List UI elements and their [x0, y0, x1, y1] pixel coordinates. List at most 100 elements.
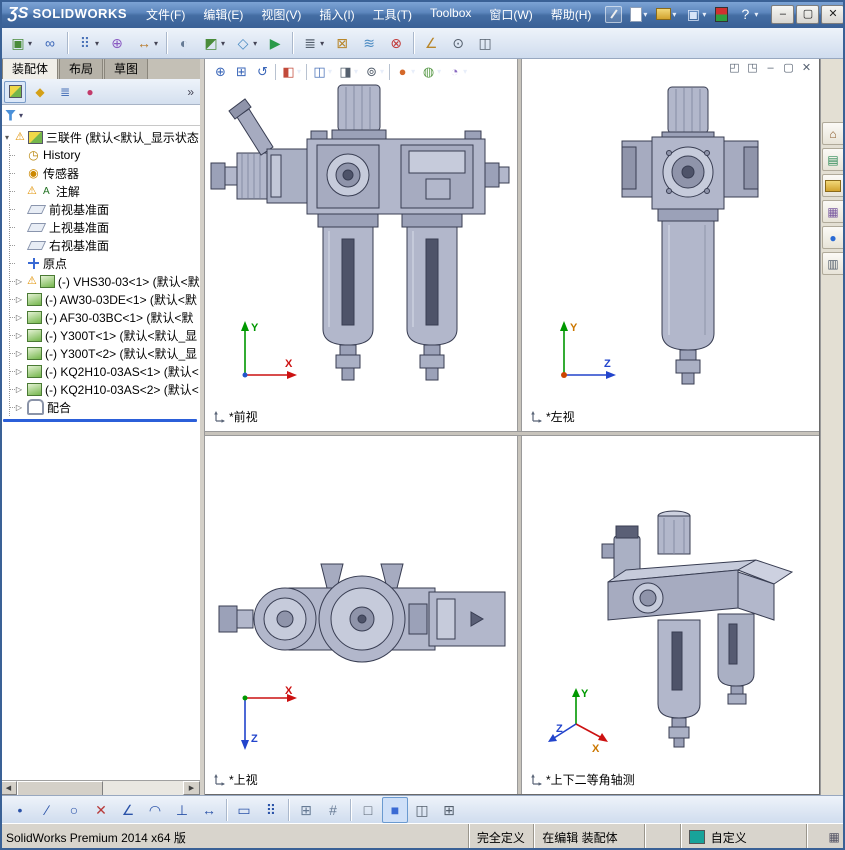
- tab-assembly[interactable]: 装配体: [2, 57, 59, 79]
- apply-scene-button[interactable]: ◍ ▾: [418, 61, 444, 82]
- reference-geometry-button[interactable]: ◇ ▾: [230, 30, 261, 56]
- tab-layout[interactable]: 布局: [59, 57, 104, 79]
- menu-edit[interactable]: 编辑(E): [194, 2, 252, 27]
- expand-arrow-icon[interactable]: ▷: [14, 313, 24, 322]
- tree-item-component-vhs30-03-1[interactable]: ▷ ⚠ (-) VHS30-03<1> (默认<默: [0, 272, 200, 290]
- snap-to-points-button[interactable]: #: [320, 797, 346, 823]
- tree-item-component-kq2h10-03as-2[interactable]: ▷ (-) KQ2H10-03AS<2> (默认<: [0, 380, 200, 398]
- minimize-button[interactable]: –: [771, 4, 795, 24]
- viewport-left[interactable]: Y Z *左视: [522, 59, 819, 431]
- smart-fasteners-button[interactable]: ⊕: [104, 30, 130, 56]
- menu-insert[interactable]: 插入(I): [310, 2, 363, 27]
- tree-item-origin[interactable]: 原点: [0, 254, 200, 272]
- viewport-four-button[interactable]: ⊞: [436, 797, 462, 823]
- trim-entities-button[interactable]: ✕: [88, 797, 114, 823]
- assembly-features-button[interactable]: ◩ ▾: [198, 30, 229, 56]
- featuremanager-tree-tab[interactable]: [4, 80, 26, 103]
- scrollbar-track[interactable]: [17, 781, 183, 797]
- open-document-button[interactable]: ▾: [653, 6, 679, 22]
- explode-line-sketch-button[interactable]: ≋: [356, 30, 382, 56]
- menu-pin-icon[interactable]: [605, 5, 623, 23]
- show-hidden-components-button[interactable]: ◐: [171, 30, 197, 56]
- expand-arrow-icon[interactable]: ▷: [14, 295, 24, 304]
- mass-properties-button[interactable]: ⊙: [445, 30, 471, 56]
- quick-tips-icon[interactable]: [823, 830, 845, 844]
- new-motion-study-button[interactable]: ▶: [262, 30, 288, 56]
- view-orientation-button[interactable]: ◫ ▾: [309, 61, 335, 82]
- exploded-view-button[interactable]: ⊠: [329, 30, 355, 56]
- tree-filter-bar[interactable]: ▾: [0, 105, 200, 126]
- menu-help[interactable]: 帮助(H): [542, 2, 601, 27]
- displaymanager-tab[interactable]: ●: [79, 81, 101, 103]
- previous-view-button[interactable]: ↺: [252, 61, 273, 82]
- insert-component-button[interactable]: ▣ ▾: [5, 30, 36, 56]
- tree-horizontal-scrollbar[interactable]: ◀ ▶: [0, 780, 200, 797]
- viewport-dimetric[interactable]: Y X Z *上下二等角轴测: [522, 436, 819, 794]
- zoom-to-area-button[interactable]: ⊞: [231, 61, 252, 82]
- doc-minimize-button[interactable]: –: [763, 61, 778, 76]
- point-button[interactable]: •: [7, 797, 33, 823]
- menu-window[interactable]: 窗口(W): [480, 2, 541, 27]
- viewport-single-button[interactable]: □: [355, 797, 381, 823]
- circle-button[interactable]: ○: [61, 797, 87, 823]
- expand-arrow-icon[interactable]: ▷: [14, 385, 24, 394]
- bill-of-materials-button[interactable]: ≣ ▾: [297, 30, 328, 56]
- tree-item-component-aw30-03de-1[interactable]: ▷ (-) AW30-03DE<1> (默认<默: [0, 290, 200, 308]
- doc-tile-left-button[interactable]: ◰: [727, 61, 742, 76]
- expand-arrow-icon[interactable]: ▷: [14, 331, 24, 340]
- custom-properties-button[interactable]: ▥: [821, 252, 845, 275]
- doc-restore-button[interactable]: ▢: [781, 61, 796, 76]
- smart-dimension-button[interactable]: ↔: [196, 797, 222, 823]
- viewport-top[interactable]: X Z *上视: [205, 436, 517, 794]
- menu-file[interactable]: 文件(F): [137, 2, 194, 27]
- propertymanager-tab[interactable]: ◆: [29, 81, 51, 103]
- view-palette-button[interactable]: ▦: [821, 200, 845, 223]
- zoom-to-fit-button[interactable]: ⊕: [210, 61, 231, 82]
- rollback-bar[interactable]: [3, 419, 197, 422]
- design-library-button[interactable]: ▤: [821, 148, 845, 171]
- menu-view[interactable]: 视图(V): [252, 2, 310, 27]
- tree-item-component-y300t-2[interactable]: ▷ (-) Y300T<2> (默认<默认_显: [0, 344, 200, 362]
- corner-rectangle-button[interactable]: ▭: [231, 797, 257, 823]
- doc-close-button[interactable]: ✕: [799, 61, 814, 76]
- tab-sketch[interactable]: 草图: [104, 57, 149, 79]
- file-explorer-button[interactable]: [821, 174, 845, 197]
- hide-show-items-button[interactable]: ⊚ ▾: [361, 61, 387, 82]
- tree-item-mates[interactable]: ▷ 配合: [0, 398, 200, 416]
- menu-toolbox[interactable]: Toolbox: [421, 2, 480, 27]
- display-style-button[interactable]: ◨ ▾: [335, 61, 361, 82]
- tree-item-right-plane[interactable]: 右视基准面: [0, 236, 200, 254]
- mate-button[interactable]: ∞: [37, 30, 63, 56]
- pane-overflow-chevron[interactable]: »: [187, 85, 196, 99]
- status-units-selector[interactable]: 自定义: [679, 824, 807, 850]
- linear-component-pattern-button[interactable]: ⠿ ▾: [72, 30, 103, 56]
- menu-tools[interactable]: 工具(T): [364, 2, 421, 27]
- expand-arrow-icon[interactable]: ▾: [2, 133, 12, 142]
- display-grid-button[interactable]: ⊞: [293, 797, 319, 823]
- expand-arrow-icon[interactable]: ▷: [14, 349, 24, 358]
- tree-item-component-y300t-1[interactable]: ▷ (-) Y300T<1> (默认<默认_显: [0, 326, 200, 344]
- maximize-button[interactable]: ▢: [796, 4, 820, 24]
- tree-item-sensors[interactable]: ◉ 传感器: [0, 164, 200, 182]
- three-point-arc-button[interactable]: ◠: [142, 797, 168, 823]
- linear-sketch-pattern-button[interactable]: ⠿: [258, 797, 284, 823]
- add-relation-button[interactable]: ⊥: [169, 797, 195, 823]
- sketch-fillet-button[interactable]: ∠: [115, 797, 141, 823]
- solidworks-resources-button[interactable]: ⌂: [821, 122, 845, 145]
- edit-appearance-button[interactable]: ● ▾: [392, 61, 418, 82]
- tree-item-top-plane[interactable]: 上视基准面: [0, 218, 200, 236]
- close-button[interactable]: ✕: [821, 4, 845, 24]
- expand-arrow-icon[interactable]: ▷: [14, 367, 24, 376]
- interference-detection-button[interactable]: ⊗: [383, 30, 409, 56]
- move-component-button[interactable]: ↔ ▾: [131, 30, 162, 56]
- appearances-scenes-button[interactable]: ●: [821, 226, 845, 249]
- expand-arrow-icon[interactable]: ▷: [14, 277, 24, 286]
- tree-item-front-plane[interactable]: 前视基准面: [0, 200, 200, 218]
- shaded-with-edges-button[interactable]: ■: [382, 797, 408, 823]
- viewport-two-button[interactable]: ◫: [409, 797, 435, 823]
- viewport-splitter-vertical[interactable]: [517, 59, 522, 794]
- configurationmanager-tab[interactable]: ≣: [54, 81, 76, 103]
- expand-arrow-icon[interactable]: ▷: [14, 403, 24, 412]
- line-button[interactable]: ∕: [34, 797, 60, 823]
- tree-item-root-assembly[interactable]: ▾ ⚠ 三联件 (默认<默认_显示状态: [0, 128, 200, 146]
